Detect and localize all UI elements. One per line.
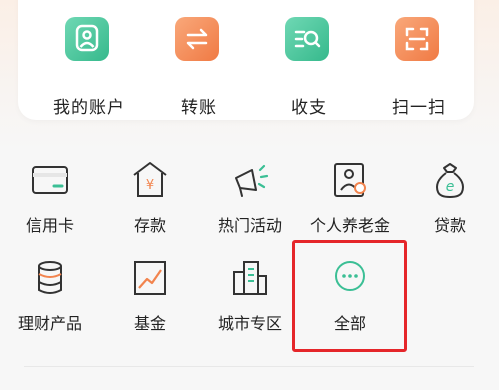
transfer-icon [175,17,219,61]
scan-shortcut[interactable]: 扫一扫 [364,0,474,120]
city-building-icon [230,258,270,300]
quick-actions-card: 我的账户 转账 收支 扫一扫 [18,0,474,120]
personal-pension-entry[interactable]: 个人养老金 [300,160,400,250]
loan-label: 贷款 [433,216,466,235]
hot-activities-entry[interactable]: 热门活动 [200,160,300,250]
transfer-label: 转账 [181,98,217,118]
income-expense-shortcut[interactable]: 收支 [254,0,364,120]
megaphone-icon [230,160,270,202]
city-zone-entry[interactable]: 城市专区 [200,258,300,348]
wealth-products-entry[interactable]: 理财产品 [0,258,100,348]
scan-label: 扫一扫 [392,98,446,118]
loan-entry[interactable]: e 贷款 [400,160,499,250]
income-expense-icon [285,17,329,61]
coin-stack-icon [30,258,70,300]
divider [24,366,474,367]
income-expense-label: 收支 [291,98,327,118]
scan-icon [395,17,439,61]
fund-chart-icon [130,258,170,300]
credit-card-icon [30,160,70,202]
my-account-shortcut[interactable]: 我的账户 [34,0,144,120]
fund-entry[interactable]: 基金 [100,258,200,348]
transfer-shortcut[interactable]: 转账 [144,0,254,120]
deposit-entry[interactable]: ¥ 存款 [100,160,200,250]
svg-text:e: e [446,179,455,195]
pension-icon [330,160,370,202]
deposit-icon: ¥ [130,160,170,202]
account-icon [65,17,109,61]
my-account-label: 我的账户 [53,98,125,118]
credit-card-entry[interactable]: 信用卡 [0,160,100,250]
highlight-box [292,240,407,352]
loan-bag-icon: e [430,160,470,202]
svg-text:¥: ¥ [146,178,154,193]
